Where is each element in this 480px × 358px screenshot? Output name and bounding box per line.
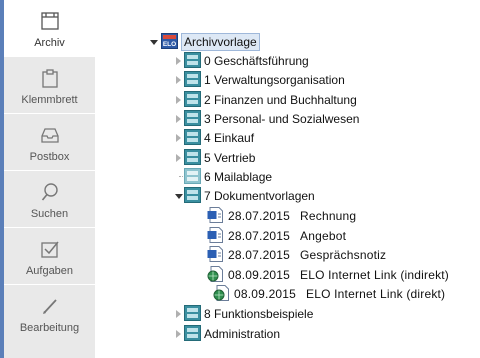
document-name: Angebot — [300, 229, 347, 243]
expand-arrow-icon[interactable] — [176, 310, 181, 318]
cabinet-icon — [184, 168, 201, 184]
expand-arrow-icon[interactable] — [176, 115, 181, 123]
cabinet-icon — [184, 91, 201, 107]
tree-document-2[interactable]: 28.07.2015 Gesprächsnotiz — [207, 246, 477, 264]
tree-document-0[interactable]: 28.07.2015 Rechnung — [207, 207, 477, 225]
tree-folder-3[interactable]: 3 Personal- und Sozialwesen — [176, 110, 466, 128]
tree-folder-7[interactable]: 7 Dokumentvorlagen — [175, 187, 466, 205]
word-document-icon — [207, 207, 223, 223]
document-date: 28.07.2015 — [228, 209, 291, 223]
cabinet-icon — [184, 305, 201, 321]
tree-folder-8[interactable]: 8 Funktionsbeispiele — [176, 305, 466, 323]
word-document-icon — [207, 227, 223, 243]
cabinet-icon — [184, 129, 201, 145]
tree-folder-5[interactable]: 5 Vertrieb — [176, 149, 466, 167]
cabinet-icon — [184, 325, 201, 341]
tree-root-archivvorlage[interactable]: ELO Archivvorlage — [150, 33, 330, 51]
elo-archive-icon: ELO — [161, 33, 178, 49]
tree-folder-label: 8 Funktionsbeispiele — [204, 307, 314, 321]
tree-folder-label: 7 Dokumentvorlagen — [204, 189, 315, 203]
document-name: ELO Internet Link (direkt) — [306, 287, 446, 301]
cabinet-icon — [184, 187, 201, 203]
tree-folder-label: 6 Mailablage — [204, 170, 273, 184]
document-date: 28.07.2015 — [228, 248, 291, 262]
collapse-arrow-icon[interactable] — [175, 194, 183, 199]
expand-arrow-icon[interactable] — [176, 76, 181, 84]
document-date: 08.09.2015 — [228, 268, 291, 282]
document-name: ELO Internet Link (indirekt) — [300, 268, 449, 282]
document-name: Rechnung — [300, 209, 357, 223]
tree-folder-label: 2 Finanzen und Buchhaltung — [204, 93, 357, 107]
word-document-icon — [207, 246, 223, 262]
tree-folder-0[interactable]: 0 Geschäftsführung — [176, 52, 466, 70]
svg-text:ELO: ELO — [163, 41, 176, 48]
cabinet-icon — [184, 52, 201, 68]
tree-folder-label: 4 Einkauf — [204, 131, 255, 145]
tree-document-4[interactable]: 08.09.2015 ELO Internet Link (direkt) — [213, 285, 478, 303]
tree-folder-label: 0 Geschäftsführung — [204, 54, 309, 68]
expand-arrow-icon[interactable] — [176, 96, 181, 104]
tree-folder-label: 3 Personal- und Sozialwesen — [204, 112, 360, 126]
document-name: Gesprächsnotiz — [300, 248, 387, 262]
internet-link-document-icon — [207, 266, 223, 282]
collapse-arrow-icon[interactable] — [150, 40, 158, 45]
archive-tree: ELO Archivvorlage 0 Geschäftsführung 1 V… — [0, 0, 480, 358]
document-date: 28.07.2015 — [228, 229, 291, 243]
tree-folder-6[interactable]: 6 Mailablage — [176, 168, 466, 186]
tree-document-1[interactable]: 28.07.2015 Angebot — [207, 227, 477, 245]
cabinet-icon — [184, 110, 201, 126]
tree-document-3[interactable]: 08.09.2015 ELO Internet Link (indirekt) — [207, 266, 477, 284]
tree-folder-4[interactable]: 4 Einkauf — [176, 129, 466, 147]
tree-folder-label: 5 Vertrieb — [204, 151, 256, 165]
expand-arrow-icon[interactable] — [176, 154, 181, 162]
cabinet-icon — [184, 71, 201, 87]
expand-arrow-icon[interactable] — [176, 134, 181, 142]
document-date: 08.09.2015 — [234, 287, 297, 301]
expand-arrow-icon[interactable] — [176, 57, 181, 65]
cabinet-icon — [184, 149, 201, 165]
tree-folder-label: 1 Verwaltungsorganisation — [204, 73, 345, 87]
tree-folder-2[interactable]: 2 Finanzen und Buchhaltung — [176, 91, 466, 109]
expand-arrow-icon[interactable] — [176, 330, 181, 338]
tree-folder-1[interactable]: 1 Verwaltungsorganisation — [176, 71, 466, 89]
tree-folder-administration[interactable]: Administration — [176, 325, 466, 343]
internet-link-document-icon — [213, 285, 229, 301]
tree-folder-label: Administration — [204, 327, 281, 341]
tree-root-label: Archivvorlage — [181, 33, 260, 51]
